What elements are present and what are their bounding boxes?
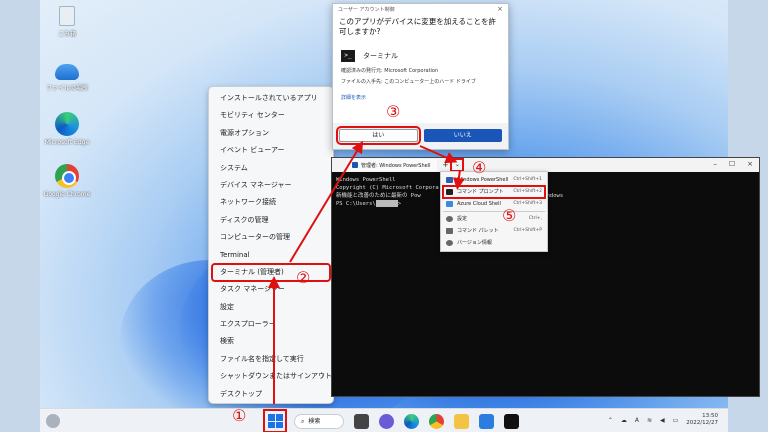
step-2-label: ② — [296, 268, 311, 287]
step-4-label: ④ — [472, 158, 487, 177]
arrow-3-to-4 — [419, 145, 458, 164]
arrow-4-to-5 — [452, 169, 465, 190]
annotation-arrows — [268, 140, 465, 404]
step-1-label: ① — [232, 406, 247, 425]
step-3-label: ③ — [386, 102, 401, 121]
step-5-label: ⑤ — [502, 206, 517, 225]
arrow-2-to-3 — [289, 140, 364, 263]
